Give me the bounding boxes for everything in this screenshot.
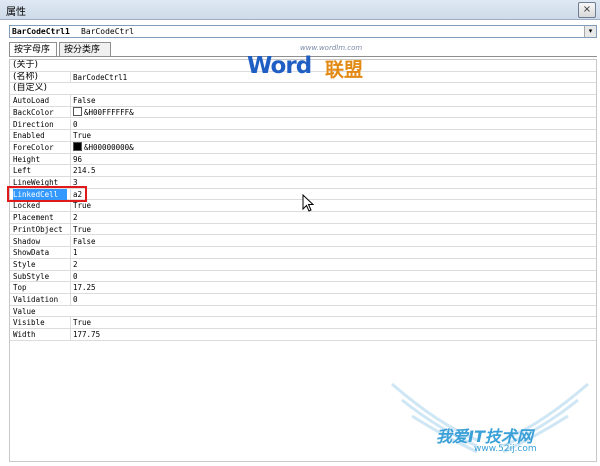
property-name: ForeColor bbox=[13, 142, 54, 152]
property-value-text: &H00000000& bbox=[84, 142, 134, 152]
property-value-text: 214.5 bbox=[73, 166, 96, 176]
property-value-text: True bbox=[73, 201, 92, 211]
property-value-text: 0 bbox=[73, 295, 78, 304]
watermark-bottom-url: www.52ij.com bbox=[474, 444, 537, 454]
property-row[interactable]: AutoLoad False bbox=[10, 95, 596, 107]
property-value-text: False bbox=[73, 96, 96, 106]
property-name: Value bbox=[13, 306, 36, 316]
property-value[interactable]: 214.5 bbox=[70, 165, 593, 177]
property-name: ShowData bbox=[13, 248, 50, 258]
property-value[interactable]: 17.25 bbox=[70, 282, 593, 294]
property-name: AutoLoad bbox=[13, 96, 50, 106]
property-value-text: True bbox=[73, 131, 92, 141]
property-row[interactable]: ForeColor &H00000000& bbox=[10, 141, 596, 154]
property-name: Visible bbox=[13, 318, 45, 328]
title-bar: 属性 × bbox=[0, 0, 600, 20]
color-swatch bbox=[73, 106, 82, 116]
property-value[interactable]: &H00000000& bbox=[70, 141, 593, 153]
property-value[interactable]: True bbox=[70, 223, 593, 235]
property-value-text: 17.25 bbox=[73, 283, 96, 293]
property-value[interactable]: &H00FFFFFF& bbox=[70, 106, 593, 118]
property-row[interactable]: Height 96 bbox=[10, 153, 596, 166]
property-row[interactable]: (自定义) bbox=[10, 83, 596, 96]
property-row[interactable]: Visible True bbox=[10, 317, 596, 330]
property-row[interactable]: Direction 0 bbox=[10, 118, 596, 131]
property-value-text: True bbox=[73, 318, 92, 328]
property-name: Shadow bbox=[13, 236, 41, 246]
property-value-text: 2 bbox=[73, 259, 78, 269]
property-value-text: 177.75 bbox=[73, 330, 101, 340]
property-value[interactable]: a2 bbox=[70, 188, 593, 200]
property-name: SubStyle bbox=[13, 271, 50, 281]
property-name: Direction bbox=[13, 119, 54, 129]
watermark-top-cn: 联盟 bbox=[325, 59, 364, 81]
property-value-text: True bbox=[73, 224, 92, 234]
property-row[interactable]: Style 2 bbox=[10, 258, 596, 271]
property-value[interactable]: 2 bbox=[70, 212, 593, 224]
property-name: (名称) bbox=[13, 71, 39, 82]
property-row[interactable]: Left 214.5 bbox=[10, 165, 596, 177]
object-name: BarCodeCtrl1 bbox=[12, 27, 70, 36]
property-name: Validation bbox=[13, 295, 59, 304]
property-row[interactable]: Placement 2 bbox=[10, 212, 596, 224]
property-row[interactable]: Width 177.75 bbox=[10, 329, 596, 341]
property-name: BackColor bbox=[13, 107, 54, 117]
property-value-text: 96 bbox=[73, 154, 83, 164]
property-name: PrintObject bbox=[13, 224, 63, 234]
property-row[interactable]: LineWeight 3 bbox=[10, 177, 596, 189]
property-value-text: 0 bbox=[73, 119, 78, 129]
property-value[interactable]: 2 bbox=[70, 258, 593, 270]
window-title: 属性 bbox=[6, 7, 26, 18]
property-value-text: False bbox=[73, 236, 96, 246]
highlight-box bbox=[7, 186, 87, 202]
property-name: (关于) bbox=[13, 60, 39, 70]
property-name: Width bbox=[13, 330, 36, 340]
property-row[interactable]: BackColor &H00FFFFFF& bbox=[10, 106, 596, 119]
property-value[interactable]: True bbox=[70, 130, 593, 142]
property-name: Enabled bbox=[13, 131, 45, 141]
property-row[interactable]: Shadow False bbox=[10, 235, 596, 248]
property-value-text: 1 bbox=[73, 248, 78, 258]
property-row[interactable]: Enabled True bbox=[10, 130, 596, 142]
property-value-text: &H00FFFFFF& bbox=[84, 107, 134, 117]
property-row[interactable]: Validation 0 bbox=[10, 294, 596, 306]
property-value-text: BarCodeCtrl1 bbox=[73, 72, 128, 82]
property-name: Placement bbox=[13, 213, 54, 223]
tab-alphabetic[interactable]: 按字母序 bbox=[9, 42, 57, 56]
property-value-text: 2 bbox=[73, 213, 78, 223]
property-name: Top bbox=[13, 283, 27, 293]
property-name: (自定义) bbox=[13, 83, 48, 94]
chevron-down-icon[interactable]: ▾ bbox=[584, 26, 596, 37]
property-value[interactable]: True bbox=[70, 317, 593, 329]
property-value[interactable]: 96 bbox=[70, 153, 593, 165]
tab-categorized[interactable]: 按分类序 bbox=[59, 42, 111, 56]
watermark-top-word: Word bbox=[247, 53, 312, 79]
property-name: Left bbox=[13, 166, 32, 176]
close-button[interactable]: × bbox=[578, 2, 596, 18]
property-value[interactable]: 0 bbox=[70, 294, 593, 305]
property-value[interactable]: 0 bbox=[70, 118, 593, 130]
property-value[interactable]: 3 bbox=[70, 177, 593, 188]
property-value[interactable]: False bbox=[70, 235, 593, 247]
property-name: Style bbox=[13, 259, 36, 269]
property-name: Locked bbox=[13, 201, 41, 211]
watermark-top-url: www.wordlm.com bbox=[300, 44, 363, 52]
property-row[interactable]: Top 17.25 bbox=[10, 282, 596, 294]
object-selector[interactable]: BarCodeCtrl1 BarCodeCtrl ▾ bbox=[9, 25, 597, 38]
property-value[interactable]: 0 bbox=[70, 270, 593, 282]
property-row[interactable]: ShowData 1 bbox=[10, 247, 596, 259]
property-row[interactable]: Value bbox=[10, 306, 596, 318]
property-row[interactable]: PrintObject True bbox=[10, 223, 596, 236]
object-type: BarCodeCtrl bbox=[81, 27, 134, 36]
mouse-pointer-icon bbox=[302, 194, 314, 212]
color-swatch bbox=[73, 141, 82, 151]
property-value[interactable]: 1 bbox=[70, 247, 593, 259]
property-value[interactable]: True bbox=[70, 200, 593, 212]
property-value[interactable]: False bbox=[70, 95, 593, 107]
property-value-text: 0 bbox=[73, 271, 78, 281]
property-row[interactable]: SubStyle 0 bbox=[10, 270, 596, 283]
property-name: Height bbox=[13, 154, 41, 164]
property-value[interactable]: 177.75 bbox=[70, 329, 593, 341]
